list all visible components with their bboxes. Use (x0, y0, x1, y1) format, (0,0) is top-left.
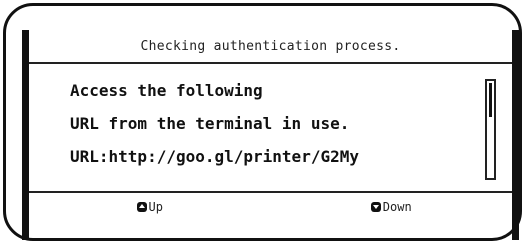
header-divider (29, 62, 512, 64)
scrollbar[interactable] (485, 79, 496, 180)
down-button-label: Down (382, 200, 412, 214)
message-line: Access the following (70, 81, 263, 100)
printer-lcd-screen: Checking authentication process. Access … (0, 0, 527, 246)
message-line: URL from the terminal in use. (70, 114, 350, 133)
right-edge-bar (512, 30, 519, 240)
left-edge-bar (22, 30, 29, 240)
down-key-icon (370, 202, 381, 212)
message-line: URL:http://goo.gl/printer/G2My (70, 147, 359, 166)
screen-title: Checking authentication process. (140, 38, 401, 54)
footer-bar: Up Down (29, 193, 512, 221)
up-key-icon (136, 202, 147, 212)
message-body: Access the following URL from the termin… (70, 74, 470, 173)
up-button[interactable]: Up (29, 193, 271, 221)
down-button[interactable]: Down (271, 193, 513, 221)
up-button-label: Up (148, 200, 163, 214)
scrollbar-thumb[interactable] (489, 83, 492, 117)
